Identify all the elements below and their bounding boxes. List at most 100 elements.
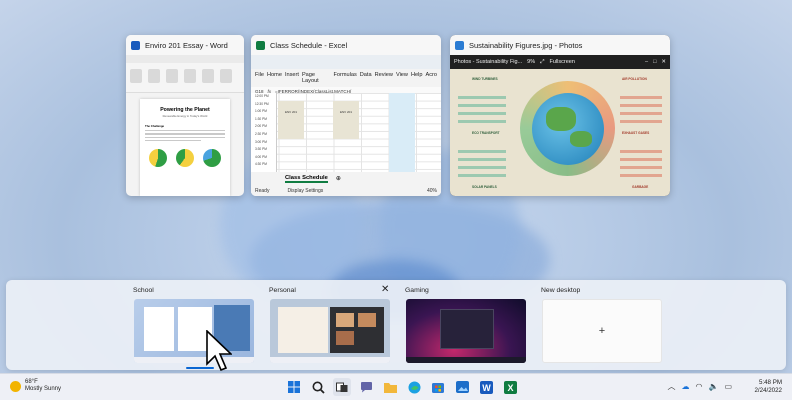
spreadsheet-grid: 12:00 PM 12:30 PM 1:00 PM 1:30 PM 2:00 P… (251, 93, 441, 172)
mini-window (144, 307, 174, 351)
onedrive-icon[interactable]: ☁ (681, 382, 689, 391)
weather-description: Mostly Sunny (25, 386, 62, 392)
close-desktop-icon[interactable]: ✕ (381, 284, 389, 295)
photos-taskbar-button[interactable] (453, 378, 471, 396)
time-cell: 1:30 PM (255, 116, 267, 121)
chat-icon (360, 382, 372, 393)
sheet-tab-bar: Class Schedule ⊕ (251, 172, 441, 185)
clock[interactable]: 5:48 PM 2/24/2022 (754, 379, 782, 395)
menu-item: Acro (425, 72, 437, 78)
highlighted-column (389, 93, 415, 172)
word-icon (131, 40, 140, 50)
search-icon (312, 381, 325, 394)
svg-text:W: W (482, 383, 491, 393)
menu-item: File (255, 72, 265, 78)
infographic-detail (458, 145, 506, 177)
battery-icon[interactable]: ▭ (724, 382, 732, 391)
time-column: 12:00 PM 12:30 PM 1:00 PM 1:30 PM 2:00 P… (251, 93, 277, 172)
excel-menu: File Home Insert Page Layout Formulas Da… (251, 69, 441, 87)
pie-chart (149, 149, 168, 168)
volume-icon[interactable]: 🔈 (708, 382, 718, 391)
infographic-detail (620, 91, 662, 123)
desktop-thumbnail-gaming[interactable] (406, 299, 526, 363)
chat-button[interactable] (357, 378, 375, 396)
task-view-icon (336, 382, 348, 392)
window-thumbnail-photos[interactable]: Sustainability Figures.jpg - Photos Phot… (450, 35, 670, 196)
edge-button[interactable] (405, 378, 423, 396)
store-button[interactable] (429, 378, 447, 396)
window-title-bar: Sustainability Figures.jpg - Photos (450, 35, 670, 55)
sheet-tab[interactable]: Class Schedule (285, 175, 328, 183)
desktop-label-new[interactable]: New desktop (541, 287, 580, 294)
display-settings[interactable]: Display Settings (287, 188, 323, 194)
document-heading: Powering the Planet (160, 107, 210, 113)
menu-item: Data (359, 72, 372, 78)
status-bar: Ready Display Settings 40% (251, 185, 441, 196)
desktop-thumbnail-school[interactable] (134, 299, 254, 363)
fullscreen-label[interactable]: Fullscreen (550, 59, 575, 65)
new-desktop-button[interactable]: + (542, 299, 662, 363)
minimize-icon[interactable]: – (645, 59, 648, 65)
infographic-label: WIND TURBINES (472, 77, 498, 81)
infographic-label: AIR POLLUTION (622, 77, 647, 81)
document-subheading: Renewable Energy in Today's World (162, 114, 208, 118)
excel-icon (256, 40, 265, 50)
store-icon (432, 383, 444, 393)
window-thumbnail-word[interactable]: Enviro 201 Essay - Word Powering the Pla… (126, 35, 244, 196)
photos-preview: Photos - Sustainability Fig... 9% ⤢ Full… (450, 55, 670, 196)
desktop-label-school[interactable]: School (133, 287, 154, 294)
plus-icon: + (598, 325, 606, 337)
excel-preview: File Home Insert Page Layout Formulas Da… (251, 55, 441, 196)
infographic-label: SOLAR PANELS (472, 185, 497, 189)
chevron-up-icon[interactable]: ︿ (667, 381, 675, 392)
document-section-title: The Challenge (145, 124, 165, 128)
search-button[interactable] (309, 378, 327, 396)
schedule-block (333, 100, 359, 139)
menu-item: Formulas (333, 72, 357, 78)
file-explorer-button[interactable] (381, 378, 399, 396)
window-title: Class Schedule - Excel (270, 40, 348, 50)
desktop-label-gaming[interactable]: Gaming (405, 287, 429, 294)
fullscreen-icon[interactable]: ⤢ (540, 59, 544, 66)
pie-chart (175, 149, 194, 168)
time-cell: 4:30 PM (255, 162, 267, 167)
photos-app-title: Photos - Sustainability Fig... (454, 59, 523, 65)
photos-icon (455, 381, 469, 393)
photos-zoom: 9% (527, 59, 536, 65)
time-cell: 12:30 PM (255, 101, 269, 106)
maximize-icon[interactable]: □ (653, 59, 656, 65)
close-icon[interactable]: ✕ (661, 59, 666, 65)
zoom-level: 40% (426, 187, 437, 194)
desktop-thumbnail-personal[interactable] (270, 299, 390, 363)
sun-icon (10, 380, 21, 392)
time-cell: 2:00 PM (255, 124, 267, 129)
infographic-detail (620, 145, 662, 177)
word-preview: Powering the Planet Renewable Energy in … (126, 55, 244, 196)
taskbar-apps: W X (285, 378, 519, 396)
start-button[interactable] (285, 378, 303, 396)
wifi-icon[interactable]: ◠ (695, 382, 702, 391)
menu-item: Home (267, 72, 282, 78)
mouse-cursor-icon (206, 330, 232, 372)
time-cell: 2:30 PM (255, 131, 267, 136)
time-cell: 4:00 PM (255, 154, 267, 159)
weather-widget[interactable]: 68°F Mostly Sunny (10, 379, 61, 393)
class-block-label: ENV 201 (339, 110, 352, 114)
svg-text:X: X (507, 383, 513, 393)
photos-icon (455, 40, 464, 50)
word-taskbar-button[interactable]: W (477, 378, 495, 396)
desktop-label-personal[interactable]: Personal (269, 287, 296, 294)
folder-icon (383, 382, 397, 393)
mini-photo (336, 331, 354, 345)
class-block-label: ENV 201 (284, 110, 297, 114)
window-thumbnail-excel[interactable]: Class Schedule - Excel File Home Insert … (251, 35, 441, 196)
task-view-button[interactable] (333, 378, 351, 396)
taskbar: 68°F Mostly Sunny W X ︿ ☁ ◠ 🔈 ▭ 5:48 PM … (0, 373, 792, 400)
time-cell: 3:30 PM (255, 147, 267, 152)
infographic-detail (458, 91, 506, 123)
excel-titlebar (251, 55, 441, 69)
window-title-bar: Class Schedule - Excel (251, 35, 441, 55)
time-cell: 12:00 PM (255, 94, 269, 98)
excel-taskbar-button[interactable]: X (501, 378, 519, 396)
add-sheet-icon[interactable]: ⊕ (336, 176, 341, 182)
